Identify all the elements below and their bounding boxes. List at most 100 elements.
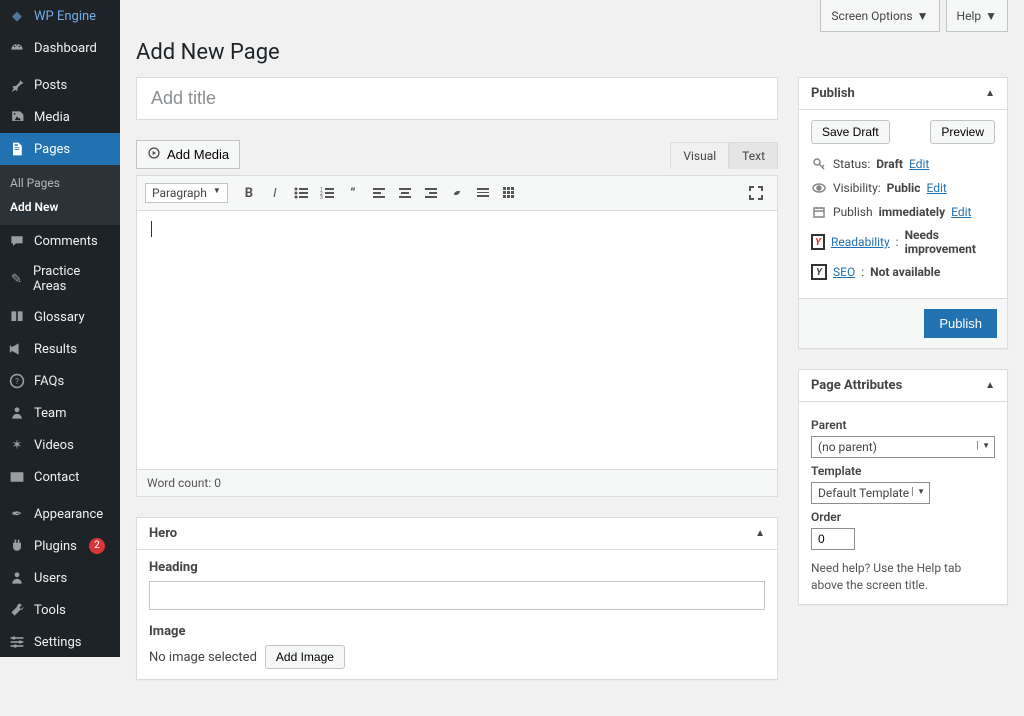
svg-text:3: 3 xyxy=(320,195,323,201)
sidebar-sub-addnew[interactable]: Add New xyxy=(0,195,120,219)
more-button[interactable] xyxy=(470,180,496,206)
pages-icon xyxy=(8,140,26,158)
attributes-box-title: Page Attributes xyxy=(811,378,902,393)
edit-status-link[interactable]: Edit xyxy=(909,157,929,171)
sidebar-item-users[interactable]: Users xyxy=(0,562,120,594)
sidebar-item-appearance[interactable]: ✒ Appearance xyxy=(0,498,120,530)
sidebar-item-tools[interactable]: Tools xyxy=(0,594,120,626)
link-button[interactable] xyxy=(444,180,470,206)
hero-heading-label: Heading xyxy=(149,560,765,575)
align-right-button[interactable] xyxy=(418,180,444,206)
sidebar-item-dashboard[interactable]: Dashboard xyxy=(0,32,120,64)
user-icon xyxy=(8,404,26,422)
sidebar-item-team[interactable]: Team xyxy=(0,397,120,429)
save-draft-button[interactable]: Save Draft xyxy=(811,120,890,144)
sidebar-item-results[interactable]: Results xyxy=(0,333,120,365)
chevron-down-icon: ▼ xyxy=(917,9,929,23)
bullet-list-button[interactable] xyxy=(288,180,314,206)
sidebar-item-label: Contact xyxy=(34,470,79,485)
tab-visual[interactable]: Visual xyxy=(670,142,729,169)
button-label: Add Media xyxy=(167,147,229,162)
order-input[interactable] xyxy=(811,528,855,550)
sidebar-item-label: Pages xyxy=(34,142,70,157)
no-image-text: No image selected xyxy=(149,650,257,665)
sidebar-item-settings[interactable]: Settings xyxy=(0,626,120,657)
collapse-toggle[interactable]: ▲ xyxy=(755,528,765,539)
toolbar-toggle-button[interactable] xyxy=(496,180,522,206)
admin-sidebar: ◆ WP Engine Dashboard Posts Media Pages … xyxy=(0,0,120,657)
sidebar-item-faqs[interactable]: ? FAQs xyxy=(0,365,120,397)
sidebar-item-pages[interactable]: Pages xyxy=(0,133,120,165)
readability-link[interactable]: Readability xyxy=(831,235,890,249)
select-value: Default Template xyxy=(818,486,909,500)
tab-text[interactable]: Text xyxy=(729,142,778,169)
status-label: Status: xyxy=(833,157,870,171)
visibility-value: Public xyxy=(887,181,921,195)
word-count-value: 0 xyxy=(214,476,221,490)
hero-heading-input[interactable] xyxy=(149,581,765,610)
format-select[interactable]: Paragraph xyxy=(145,183,228,203)
media-icon xyxy=(147,146,161,163)
align-left-button[interactable] xyxy=(366,180,392,206)
seo-link[interactable]: SEO xyxy=(833,265,855,279)
topbar: Screen Options ▼ Help ▼ xyxy=(120,0,1024,32)
sidebar-sub-allpages[interactable]: All Pages xyxy=(0,171,120,195)
readability-value: Needs improvement xyxy=(905,228,995,256)
hero-box-title: Hero xyxy=(149,526,177,541)
parent-select[interactable]: (no parent) ▼ xyxy=(811,436,995,458)
bold-button[interactable]: B xyxy=(236,180,262,206)
help-button[interactable]: Help ▼ xyxy=(946,0,1008,32)
sidebar-item-label: Media xyxy=(34,110,70,125)
sidebar-submenu: All Pages Add New xyxy=(0,165,120,225)
sidebar-item-plugins[interactable]: Plugins 2 xyxy=(0,530,120,562)
settings-icon xyxy=(8,633,26,651)
sidebar-item-practice-areas[interactable]: ✎ Practice Areas xyxy=(0,257,120,301)
italic-button[interactable]: I xyxy=(262,180,288,206)
pen-icon: ✎ xyxy=(8,270,25,288)
editor-status-bar: Word count: 0 xyxy=(136,470,778,497)
editor-toolbar: Paragraph B I 123 “ xyxy=(136,175,778,210)
users-icon xyxy=(8,569,26,587)
edit-date-link[interactable]: Edit xyxy=(951,205,971,219)
sidebar-item-label: Team xyxy=(34,406,67,421)
word-count-label: Word count: xyxy=(147,476,214,490)
blockquote-button[interactable]: “ xyxy=(340,180,366,206)
sidebar-item-videos[interactable]: ✶ Videos xyxy=(0,429,120,461)
sidebar-item-posts[interactable]: Posts xyxy=(0,69,120,101)
edit-visibility-link[interactable]: Edit xyxy=(926,181,946,195)
add-image-button[interactable]: Add Image xyxy=(265,645,345,669)
sidebar-item-wpengine[interactable]: ◆ WP Engine xyxy=(0,0,120,32)
tools-icon xyxy=(8,601,26,619)
parent-label: Parent xyxy=(811,418,995,432)
update-badge: 2 xyxy=(89,538,105,554)
preview-button[interactable]: Preview xyxy=(930,120,995,144)
template-select[interactable]: Default Template ▼ xyxy=(811,482,930,504)
help-icon: ? xyxy=(8,372,26,390)
sidebar-item-comments[interactable]: Comments xyxy=(0,225,120,257)
select-value: (no parent) xyxy=(818,440,877,454)
yoast-readability-icon: Y xyxy=(811,234,825,250)
title-input[interactable] xyxy=(136,77,778,120)
publish-box-title: Publish xyxy=(811,86,855,101)
sidebar-item-label: Tools xyxy=(34,603,66,618)
sidebar-item-contact[interactable]: Contact xyxy=(0,461,120,493)
publish-button[interactable]: Publish xyxy=(924,309,997,338)
publish-date-label: Publish xyxy=(833,205,873,219)
visibility-label: Visibility: xyxy=(833,181,881,195)
sidebar-item-label: Results xyxy=(34,342,77,357)
sidebar-item-media[interactable]: Media xyxy=(0,101,120,133)
add-media-button[interactable]: Add Media xyxy=(136,140,240,169)
screen-options-button[interactable]: Screen Options ▼ xyxy=(820,0,939,32)
content-editor[interactable] xyxy=(136,210,778,470)
status-value: Draft xyxy=(876,157,903,171)
book-icon xyxy=(8,308,26,326)
sidebar-item-label: WP Engine xyxy=(34,9,96,24)
collapse-toggle[interactable]: ▲ xyxy=(985,380,995,391)
sidebar-item-glossary[interactable]: Glossary xyxy=(0,301,120,333)
fullscreen-button[interactable] xyxy=(743,180,769,206)
number-list-button[interactable]: 123 xyxy=(314,180,340,206)
mail-icon xyxy=(8,468,26,486)
collapse-toggle[interactable]: ▲ xyxy=(985,88,995,99)
button-label: Help xyxy=(957,9,982,23)
align-center-button[interactable] xyxy=(392,180,418,206)
